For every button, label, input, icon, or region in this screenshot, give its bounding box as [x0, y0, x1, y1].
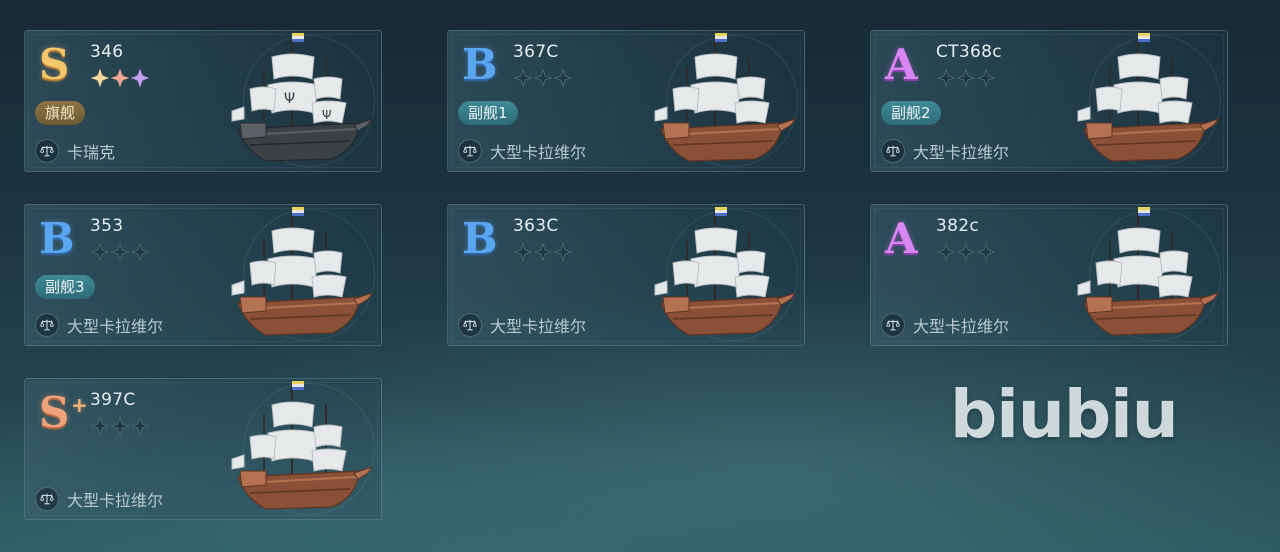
ship-type-label: 大型卡拉维尔	[913, 143, 1010, 162]
ship-type-row: 大型卡拉维尔	[35, 487, 163, 511]
ship-card[interactable]: A 382c 大型卡拉维尔	[870, 204, 1228, 346]
ship-type-label: 卡瑞克	[67, 143, 116, 162]
ship-card[interactable]: B 367C 副舰1 大型卡拉维尔	[447, 30, 805, 172]
star-icon	[90, 242, 110, 262]
rarity-grade: S	[39, 388, 69, 437]
ship-card[interactable]: Ψ Ψ S 346 旗舰 卡瑞克	[24, 30, 382, 172]
ship-code: 346	[90, 42, 124, 62]
ship-type-row: 大型卡拉维尔	[35, 313, 163, 337]
star-icon	[110, 242, 130, 262]
star-rating	[513, 68, 573, 88]
fleet-role-badge: 副舰3	[35, 275, 95, 299]
balance-scale-icon	[881, 313, 905, 337]
ship-code: 397C	[90, 390, 136, 410]
rarity-plus: +	[71, 393, 88, 417]
ship-image	[637, 205, 802, 345]
balance-scale-icon	[881, 139, 905, 163]
ship-type-label: 大型卡拉维尔	[490, 317, 587, 336]
star-icon	[956, 68, 976, 88]
ship-type-label: 大型卡拉维尔	[67, 317, 164, 336]
svg-text:Ψ: Ψ	[322, 108, 331, 122]
star-icon	[513, 68, 533, 88]
star-rating	[936, 68, 996, 88]
ship-type-label: 大型卡拉维尔	[913, 317, 1010, 336]
star-rating	[513, 242, 573, 262]
star-icon	[130, 242, 150, 262]
rarity-grade: B	[462, 40, 497, 89]
ship-type-row: 大型卡拉维尔	[881, 139, 1009, 163]
ship-image	[1060, 31, 1225, 171]
ship-code: CT368c	[936, 42, 1002, 62]
ship-type-label: 大型卡拉维尔	[67, 491, 164, 510]
balance-scale-icon	[458, 313, 482, 337]
star-rating	[936, 242, 996, 262]
ship-card[interactable]: S +397C 大型卡拉维尔	[24, 378, 382, 520]
star-icon	[976, 242, 996, 262]
star-icon	[513, 242, 533, 262]
star-icon	[553, 68, 573, 88]
star-icon	[90, 416, 110, 436]
star-icon	[976, 68, 996, 88]
star-icon	[936, 68, 956, 88]
ship-type-row: 大型卡拉维尔	[458, 139, 586, 163]
ship-type-row: 卡瑞克	[35, 139, 115, 163]
star-icon	[110, 68, 130, 88]
star-icon	[553, 242, 573, 262]
fleet-role-badge: 副舰2	[881, 101, 941, 125]
ship-image	[1060, 205, 1225, 345]
ship-type-row: 大型卡拉维尔	[458, 313, 586, 337]
star-rating	[90, 416, 150, 436]
star-icon	[110, 416, 130, 436]
ship-type-row: 大型卡拉维尔	[881, 313, 1009, 337]
balance-scale-icon	[35, 139, 59, 163]
ship-code: 363C	[513, 216, 559, 236]
ship-code: 382c	[936, 216, 979, 236]
ship-type-label: 大型卡拉维尔	[490, 143, 587, 162]
star-icon	[956, 242, 976, 262]
ship-image	[637, 31, 802, 171]
fleet-role-badge: 旗舰	[35, 101, 86, 125]
star-icon	[90, 68, 110, 88]
rarity-grade: S	[39, 40, 69, 89]
star-icon	[533, 242, 553, 262]
ship-card[interactable]: B 353 副舰3 大型卡拉维尔	[24, 204, 382, 346]
rarity-grade: B	[462, 214, 497, 263]
ship-card[interactable]: B 363C 大型卡拉维尔	[447, 204, 805, 346]
star-icon	[130, 68, 150, 88]
rarity-grade: A	[885, 40, 918, 89]
fleet-role-badge: 副舰1	[458, 101, 518, 125]
balance-scale-icon	[458, 139, 482, 163]
balance-scale-icon	[35, 487, 59, 511]
balance-scale-icon	[35, 313, 59, 337]
ship-code: 367C	[513, 42, 559, 62]
ship-image: ΨΨ	[214, 31, 379, 171]
star-rating	[90, 68, 150, 88]
ship-image	[214, 205, 379, 345]
ship-image	[214, 379, 379, 519]
biubiu-watermark: biubiu	[950, 376, 1179, 453]
ship-code: 353	[90, 216, 124, 236]
svg-text:Ψ: Ψ	[284, 91, 295, 107]
ship-card[interactable]: A CT368c 副舰2 大型卡拉维尔	[870, 30, 1228, 172]
star-icon	[130, 416, 150, 436]
rarity-grade: A	[885, 214, 918, 263]
rarity-grade: B	[39, 214, 74, 263]
star-rating	[90, 242, 150, 262]
star-icon	[936, 242, 956, 262]
star-icon	[533, 68, 553, 88]
